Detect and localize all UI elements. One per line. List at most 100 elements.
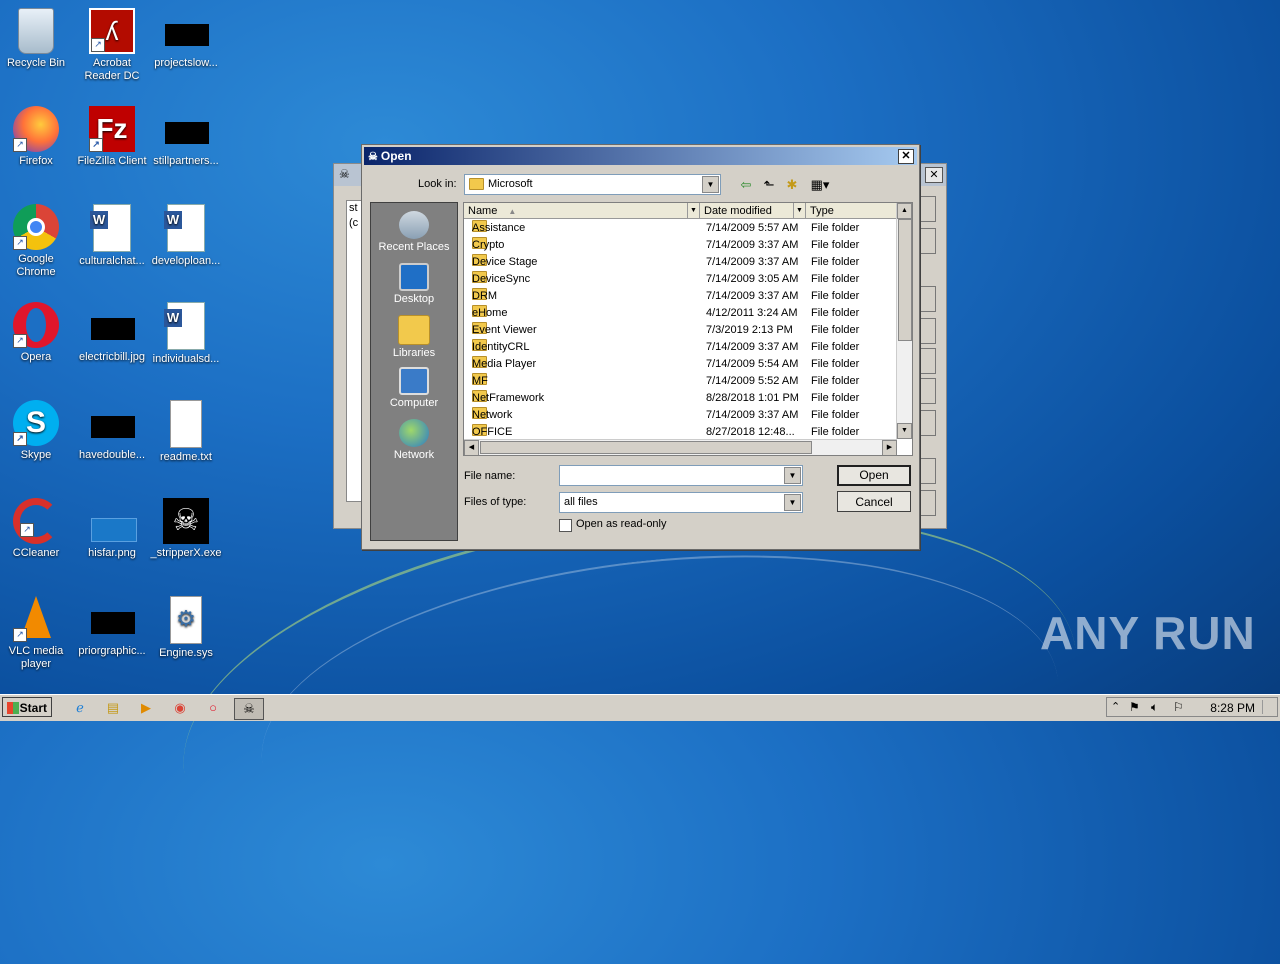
file-date-cell: 8/28/2018 1:01 PM xyxy=(706,392,799,404)
background-window-button[interactable] xyxy=(920,318,936,344)
desktop-icon-electricbill[interactable]: electricbill.jpg xyxy=(74,302,150,364)
file-row[interactable]: DeviceSync 7/14/2009 3:05 AM File folder xyxy=(464,271,897,288)
show-desktop-button[interactable] xyxy=(1262,700,1275,714)
column-header-name[interactable]: Name ▲ ▼ xyxy=(464,203,700,219)
desktop-icon-projectslow[interactable]: projectslow... xyxy=(148,8,224,70)
scrollbar-thumb[interactable] xyxy=(480,441,812,454)
desktop-icon-label: priorgraphic... xyxy=(78,645,146,657)
file-row[interactable]: MF 7/14/2009 5:52 AM File folder xyxy=(464,373,897,390)
scroll-up-arrow-icon[interactable]: ▲ xyxy=(897,203,912,219)
desktop-icon-individualsd[interactable]: W individualsd... xyxy=(148,302,224,366)
file-type-cell: File folder xyxy=(811,409,860,421)
media-player-icon[interactable]: ▶ xyxy=(136,698,156,718)
desktop-icon-priorgraphic[interactable]: priorgraphic... xyxy=(74,596,150,658)
skull-app-taskbar-button[interactable]: ☠ xyxy=(234,698,264,720)
desktop-icon-chrome[interactable]: ↗ Google Chrome xyxy=(0,204,74,279)
vertical-scrollbar[interactable]: ▲ ▼ xyxy=(896,203,912,439)
place-libraries[interactable]: Libraries xyxy=(371,315,457,359)
column-header-date-modified[interactable]: Date modified ▼ xyxy=(700,203,806,219)
horizontal-scrollbar[interactable]: ◀ ▶ xyxy=(464,439,897,455)
background-window-button[interactable] xyxy=(920,348,936,374)
place-desktop[interactable]: Desktop xyxy=(371,263,457,305)
volume-icon[interactable]: 🔈︎ xyxy=(1151,700,1158,715)
file-name-input[interactable]: ▼ xyxy=(559,465,803,486)
background-window-close-button[interactable]: ✕ xyxy=(925,167,943,183)
files-of-type-dropdown[interactable]: all files ▼ xyxy=(559,492,803,513)
cancel-button[interactable]: Cancel xyxy=(837,491,911,512)
file-row[interactable]: eHome 4/12/2011 3:24 AM File folder xyxy=(464,305,897,322)
file-row[interactable]: Event Viewer 7/3/2019 2:13 PM File folder xyxy=(464,322,897,339)
file-row[interactable]: NetFramework 8/28/2018 1:01 PM File folder xyxy=(464,390,897,407)
chevron-down-icon[interactable]: ▼ xyxy=(702,176,719,193)
desktop-icon-readme[interactable]: readme.txt xyxy=(148,400,224,464)
up-folder-button[interactable]: ⬑ xyxy=(759,175,779,195)
scroll-left-arrow-icon[interactable]: ◀ xyxy=(464,440,479,455)
scroll-right-arrow-icon[interactable]: ▶ xyxy=(882,440,897,455)
chevron-down-icon[interactable]: ▼ xyxy=(687,203,699,218)
files-of-type-value: all files xyxy=(564,496,598,508)
chevron-down-icon[interactable]: ▼ xyxy=(784,467,801,484)
desktop-icon-recycle-bin[interactable]: Recycle Bin xyxy=(0,8,74,70)
desktop-icon-label: Recycle Bin xyxy=(6,57,66,69)
place-recent-places[interactable]: Recent Places xyxy=(371,211,457,253)
opera-taskbar-icon[interactable]: ○ xyxy=(203,698,223,718)
desktop-icon-hisfar[interactable]: hisfar.png xyxy=(74,498,150,560)
background-window-button[interactable] xyxy=(920,410,936,436)
action-center-icon[interactable]: ⚑ xyxy=(1129,700,1140,714)
internet-explorer-icon[interactable]: ℯ xyxy=(70,698,90,718)
scrollbar-thumb[interactable] xyxy=(898,219,912,341)
desktop-icon-havedouble[interactable]: havedouble... xyxy=(74,400,150,462)
place-network[interactable]: Network xyxy=(371,419,457,461)
open-file-dialog[interactable]: ☠ Open ✕ Look in: Microsoft ▼ ⇦ ⬑ ✱ ▦▾ Re… xyxy=(361,144,920,550)
scroll-down-arrow-icon[interactable]: ▼ xyxy=(897,423,912,439)
desktop-icon-filezilla[interactable]: Fz ↗ FileZilla Client xyxy=(74,106,150,168)
file-type-cell: File folder xyxy=(811,358,860,370)
new-folder-button[interactable]: ✱ xyxy=(782,175,802,195)
desktop-icon-vlc[interactable]: ↗ VLC media player xyxy=(0,596,74,671)
chevron-down-icon[interactable]: ▼ xyxy=(784,494,801,511)
desktop-icon-acrobat[interactable]: ʎ ↗ Acrobat Reader DC xyxy=(74,8,150,83)
clock[interactable]: 8:28 PM xyxy=(1210,698,1255,718)
background-window-button[interactable] xyxy=(920,196,936,222)
column-header-type[interactable]: Type xyxy=(806,203,897,219)
back-arrow-button[interactable]: ⇦ xyxy=(736,175,756,195)
desktop-icon-skype[interactable]: S ↗ Skype xyxy=(0,400,74,462)
file-row[interactable]: Media Player 7/14/2009 5:54 AM File folder xyxy=(464,356,897,373)
desktop-icon-firefox[interactable]: ↗ Firefox xyxy=(0,106,74,168)
file-row[interactable]: DRM 7/14/2009 3:37 AM File folder xyxy=(464,288,897,305)
chrome-taskbar-icon[interactable]: ◉ xyxy=(170,698,190,718)
desktop-icon-culturalchat[interactable]: W culturalchat... xyxy=(74,204,150,268)
view-menu-button[interactable]: ▦▾ xyxy=(807,175,833,195)
place-computer[interactable]: Computer xyxy=(371,367,457,409)
desktop-icon-stillpartners[interactable]: stillpartners... xyxy=(148,106,224,168)
open-as-read-only-checkbox[interactable] xyxy=(559,519,572,532)
desktop-icon-ccleaner[interactable]: ↗ CCleaner xyxy=(0,498,74,560)
opera-icon: ↗ xyxy=(13,302,59,348)
folder-explorer-icon[interactable]: ▤ xyxy=(103,698,123,718)
desktop-icon-strippex[interactable]: ☠ _stripperX.exe xyxy=(148,498,224,560)
background-window-button[interactable] xyxy=(920,490,936,516)
file-list[interactable]: Name ▲ ▼ Date modified ▼ Type Assistance 7/… xyxy=(463,202,913,456)
dialog-titlebar[interactable]: ☠ Open ✕ xyxy=(364,147,917,165)
file-row[interactable]: Crypto 7/14/2009 3:37 AM File folder xyxy=(464,237,897,254)
file-row[interactable]: Device Stage 7/14/2009 3:37 AM File folder xyxy=(464,254,897,271)
background-window-button[interactable] xyxy=(920,458,936,484)
desktop-icon-engine-sys[interactable]: ⚙ Engine.sys xyxy=(148,596,224,660)
look-in-dropdown[interactable]: Microsoft ▼ xyxy=(464,174,721,195)
desktop-icon-developloan[interactable]: W developloan... xyxy=(148,204,224,268)
desktop-icon-opera[interactable]: ↗ Opera xyxy=(0,302,74,364)
places-bar: Recent Places Desktop Libraries Computer… xyxy=(370,202,458,541)
background-window-button[interactable] xyxy=(920,286,936,312)
system-file-icon: ⚙ xyxy=(170,596,202,644)
dialog-close-button[interactable]: ✕ xyxy=(898,149,914,164)
file-row[interactable]: Network 7/14/2009 3:37 AM File folder xyxy=(464,407,897,424)
background-window-button[interactable] xyxy=(920,378,936,404)
chevron-down-icon[interactable]: ▼ xyxy=(793,203,805,218)
start-button[interactable]: Start xyxy=(2,697,52,717)
open-button[interactable]: Open xyxy=(837,465,911,486)
show-hidden-icons-icon[interactable]: ⌃ xyxy=(1111,700,1120,713)
network-tray-icon[interactable]: ⚐ xyxy=(1173,700,1184,714)
file-row[interactable]: Assistance 7/14/2009 5:57 AM File folder xyxy=(464,220,897,237)
background-window-button[interactable] xyxy=(920,228,936,254)
file-row[interactable]: IdentityCRL 7/14/2009 3:37 AM File folder xyxy=(464,339,897,356)
